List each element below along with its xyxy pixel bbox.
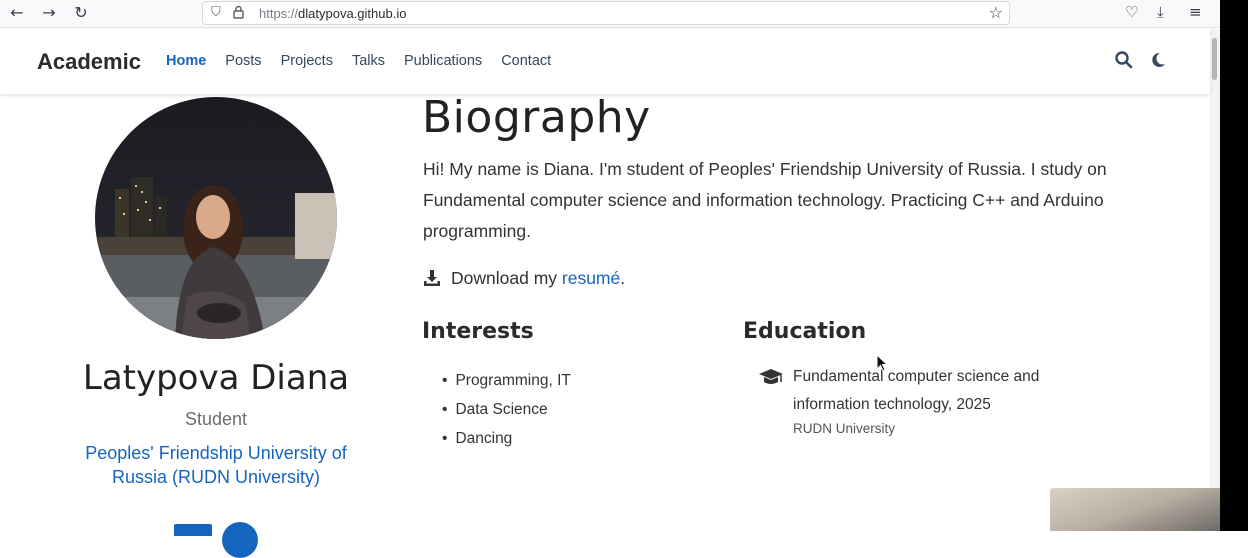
scrollbar-track[interactable]	[1210, 29, 1220, 531]
download-icon	[424, 270, 440, 286]
site-brand[interactable]: Academic	[37, 49, 141, 75]
pocket-icon[interactable]: ♡	[1125, 3, 1138, 21]
download-prefix: Download my	[451, 268, 562, 288]
nav-link-posts[interactable]: Posts	[225, 53, 261, 69]
downloads-icon[interactable]: ⤓	[1157, 3, 1164, 21]
education-course: Fundamental computer science and informa…	[793, 368, 1040, 413]
url-protocol: https://	[259, 6, 299, 21]
back-arrow-icon[interactable]: ←	[6, 3, 28, 23]
dark-mode-moon-icon[interactable]	[1149, 51, 1167, 69]
menu-icon[interactable]: ≡	[1189, 3, 1202, 21]
site-navbar: Academic Home Posts Projects Talks Publi…	[0, 29, 1210, 94]
nav-link-contact[interactable]: Contact	[501, 53, 551, 69]
profile-role: Student	[184, 409, 248, 429]
avatar-photo	[95, 97, 337, 339]
graduation-cap-icon	[759, 369, 783, 384]
avatar	[95, 97, 337, 339]
nav-link-projects[interactable]: Projects	[281, 53, 333, 69]
nav-links: Home Posts Projects Talks Publications C…	[166, 53, 570, 69]
reload-icon[interactable]: ↻	[70, 3, 92, 23]
address-bar[interactable]: ⛉ https://dlatypova.github.io ☆	[202, 1, 1010, 25]
social-link-icon[interactable]	[222, 522, 258, 558]
url-text[interactable]: https://dlatypova.github.io	[259, 6, 406, 21]
list-item: Programming, IT	[442, 366, 570, 395]
list-item: Data Science	[442, 395, 571, 424]
profile-organization-link[interactable]: Peoples' Friendship University of Russia…	[56, 441, 376, 489]
nav-link-talks[interactable]: Talks	[352, 53, 385, 69]
email-icon[interactable]	[174, 524, 212, 536]
url-domain: dlatypova.github.io	[298, 6, 407, 21]
profile-name: Latypova Diana	[82, 358, 350, 398]
webcam-overlay	[1050, 488, 1220, 531]
search-icon[interactable]	[1114, 50, 1134, 70]
mouse-cursor-icon	[876, 354, 888, 372]
lock-icon[interactable]	[233, 5, 244, 19]
list-item: Dancing	[442, 424, 571, 453]
biography-text: Hi! My name is Diana. I'm student of Peo…	[423, 159, 1107, 241]
nav-link-home[interactable]: Home	[166, 53, 206, 69]
interests-list: Programming, IT Data Science Dancing	[442, 366, 571, 453]
nav-link-publications[interactable]: Publications	[404, 53, 482, 69]
resume-link[interactable]: resumé	[562, 268, 620, 288]
forward-arrow-icon[interactable]: →	[38, 3, 60, 23]
education-title: Education	[743, 319, 867, 344]
tracking-shield-icon[interactable]: ⛉	[211, 5, 221, 20]
biography-heading: Biography	[422, 92, 651, 143]
bookmark-star-icon[interactable]: ☆	[989, 3, 1003, 22]
education-institution: RUDN University	[793, 421, 896, 436]
download-resume-line: Download my resumé.	[451, 268, 625, 289]
screen-edge	[1220, 0, 1248, 531]
interests-title: Interests	[422, 319, 534, 344]
download-suffix: .	[620, 268, 626, 288]
scrollbar-thumb[interactable]	[1212, 38, 1217, 80]
browser-toolbar: ← → ↻ ⛉ https://dlatypova.github.io ☆ ♡ …	[0, 0, 1248, 28]
